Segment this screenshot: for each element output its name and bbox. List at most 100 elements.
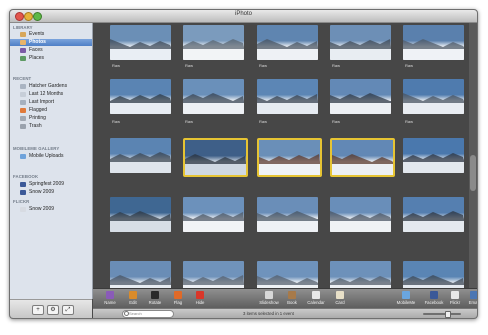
sidebar-item-flagged[interactable]: Flagged	[10, 107, 92, 114]
photo-thumbnail[interactable]	[257, 25, 318, 60]
book-button[interactable]: Book	[281, 290, 303, 308]
photo-scene	[257, 39, 318, 60]
photo-scene	[185, 154, 246, 175]
sidebar-item-label: Places	[29, 55, 45, 61]
raw-badge: Raw	[112, 119, 121, 124]
photo-thumbnail[interactable]	[257, 261, 318, 288]
photo-scene	[110, 39, 171, 60]
sidebar-item-places[interactable]: Places	[10, 55, 92, 62]
raw-badge: Raw	[185, 119, 194, 124]
toolbar-button-label: Card	[335, 300, 345, 305]
sidebar-item-label: Snow 2009	[29, 189, 55, 195]
action-button[interactable]: ⚙	[47, 305, 59, 315]
sidebar-item-last-import[interactable]: Last Import	[10, 99, 92, 106]
photo-thumbnail[interactable]	[110, 138, 171, 173]
photo-thumbnail[interactable]	[403, 261, 464, 288]
photo-thumbnail[interactable]	[183, 261, 244, 288]
add-button[interactable]: +	[32, 305, 44, 315]
photo-scene	[110, 152, 171, 173]
photo-thumbnail[interactable]	[110, 79, 171, 114]
raw-badge: Raw	[185, 63, 194, 68]
photo-thumbnail[interactable]	[403, 25, 464, 60]
photo-thumbnail[interactable]	[403, 197, 464, 232]
photo-thumbnail[interactable]	[183, 25, 244, 60]
photo-thumbnail[interactable]	[403, 138, 464, 173]
name-button[interactable]: Name	[99, 290, 121, 308]
sidebar-item-snow-2009[interactable]: Snow 2009	[10, 189, 92, 196]
sidebar-item-trash[interactable]: Trash	[10, 123, 92, 130]
hide-button[interactable]: Hide	[189, 290, 211, 308]
iphoto-window: iPhoto LIBRARY Events Photos Faces Places REC…	[9, 9, 478, 319]
mobileme-button[interactable]: MobileMe	[395, 290, 417, 308]
search-field[interactable]: Search	[122, 310, 174, 318]
photo-thumbnail[interactable]	[183, 138, 248, 177]
status-bar: Search 3 items selected in 1 event	[93, 308, 477, 318]
sidebar-item-faces[interactable]: Faces	[10, 47, 92, 54]
source-list: LIBRARY Events Photos Faces Places RECENT Hatc…	[10, 23, 93, 299]
photo-thumbnail[interactable]	[257, 138, 322, 177]
rotate-icon	[151, 291, 159, 299]
sidebar-item-events[interactable]: Events	[10, 31, 92, 38]
email-icon	[470, 291, 477, 299]
photo-scene	[110, 275, 171, 288]
photo-scene	[183, 93, 244, 114]
slideshow-button[interactable]: Slideshow	[258, 290, 280, 308]
sidebar-item-last-12-months[interactable]: Last 12 Months	[10, 91, 92, 98]
faces-icon	[20, 48, 26, 53]
photos-icon	[20, 40, 26, 45]
sidebar-item-hatcher-gardens[interactable]: Hatcher Gardens	[10, 83, 92, 90]
photo-scene	[110, 211, 171, 232]
photo-thumbnail[interactable]	[183, 197, 244, 232]
facebook-button[interactable]: Facebook	[423, 290, 445, 308]
zoom-slider-knob[interactable]	[445, 311, 451, 318]
sidebar-item-printing[interactable]: Printing	[10, 115, 92, 122]
photo-thumbnail[interactable]	[110, 25, 171, 60]
photo-thumbnail[interactable]	[330, 197, 391, 232]
email-button[interactable]: Email	[463, 290, 477, 308]
calendar-icon	[20, 92, 26, 97]
calendar-button[interactable]: Calendar	[305, 290, 327, 308]
facebook-icon	[430, 291, 438, 299]
rotate-button[interactable]: Rotate	[144, 290, 166, 308]
title-bar: iPhoto	[10, 10, 477, 23]
sidebar-item-springfest-2009[interactable]: Springfest 2009	[10, 181, 92, 188]
photo-thumbnail[interactable]	[330, 138, 395, 177]
photo-scene	[403, 275, 464, 288]
photo-thumbnail[interactable]	[330, 261, 391, 288]
photo-thumbnail[interactable]	[330, 25, 391, 60]
toolbar-button-label: Email	[468, 300, 478, 305]
raw-badge: Raw	[332, 119, 341, 124]
photo-scene	[330, 276, 391, 288]
sidebar-item-mobile-uploads[interactable]: Mobile Uploads	[10, 153, 92, 160]
events-icon	[20, 32, 26, 37]
photo-thumbnail[interactable]	[257, 197, 318, 232]
card-button[interactable]: Card	[329, 290, 351, 308]
raw-badge: Raw	[259, 63, 268, 68]
grid-scrollbar[interactable]	[469, 23, 477, 288]
sidebar-item-snow-2009[interactable]: Snow 2009	[10, 206, 92, 213]
bottom-toolbar: Name Edit Rotate Flag Hide Slideshow Book Calen…	[93, 288, 477, 309]
toolbar-button-label: Hide	[195, 300, 205, 305]
photo-thumbnail[interactable]	[257, 79, 318, 114]
photo-thumbnail[interactable]	[330, 79, 391, 114]
card-icon	[336, 291, 344, 299]
photo-scene	[183, 39, 244, 60]
photo-thumbnail[interactable]	[183, 79, 244, 114]
raw-badge: Raw	[259, 119, 268, 124]
event-icon	[20, 84, 26, 89]
photo-thumbnail[interactable]	[110, 261, 171, 288]
toolbar-button-label: MobileMe	[396, 300, 416, 305]
sidebar-item-label: Mobile Uploads	[29, 153, 64, 159]
section-header-library: LIBRARY	[13, 25, 33, 30]
photo-thumbnail[interactable]	[403, 79, 464, 114]
zoom-slider[interactable]	[423, 313, 461, 315]
full-screen-button[interactable]: ⤢	[62, 305, 74, 315]
grid-scroll-thumb[interactable]	[470, 155, 476, 191]
flag-button[interactable]: Flag	[167, 290, 189, 308]
photo-thumbnail[interactable]	[110, 197, 171, 232]
photo-scene	[257, 211, 318, 232]
edit-button[interactable]: Edit	[122, 290, 144, 308]
photo-scene	[183, 275, 244, 288]
sidebar-item-label: Faces	[29, 47, 43, 53]
sidebar-item-photos[interactable]: Photos	[10, 39, 92, 46]
